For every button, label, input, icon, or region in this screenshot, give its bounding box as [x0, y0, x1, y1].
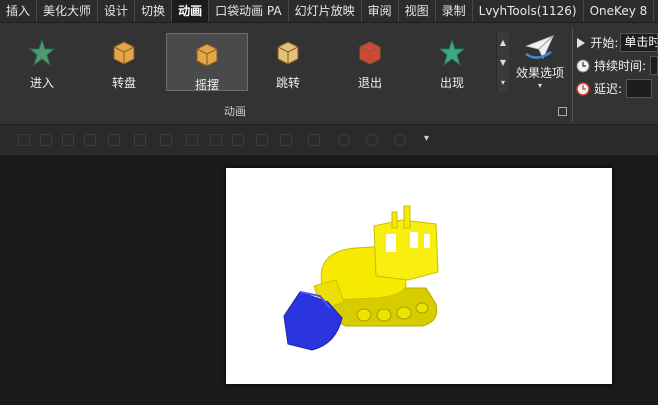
effect-1[interactable]: 转盘 — [84, 32, 164, 94]
tab-1[interactable]: 美化大师 — [37, 0, 99, 22]
align-bottom-icon[interactable] — [134, 134, 146, 146]
effect-label: 转盘 — [111, 76, 136, 90]
tab-12[interactable]: On — [654, 0, 658, 22]
effect-options-button[interactable]: 效果选项 ▾ — [512, 32, 568, 98]
tab-0[interactable]: 插入 — [0, 0, 38, 22]
align-left-icon[interactable] — [18, 134, 30, 146]
effect-2[interactable]: 摇摆 — [166, 33, 248, 92]
tab-11[interactable]: OneKey 8 — [584, 0, 655, 22]
clock-icon — [576, 59, 590, 73]
delay-clock-icon — [576, 81, 590, 96]
distribute-vertical-icon[interactable] — [186, 134, 198, 146]
bulldozer-image[interactable] — [226, 168, 612, 384]
rotate-icon[interactable] — [308, 134, 320, 146]
delay-input[interactable] — [626, 79, 653, 98]
tab-2[interactable]: 设计 — [98, 0, 136, 22]
slide-canvas[interactable] — [226, 168, 612, 384]
tab-3[interactable]: 切换 — [135, 0, 173, 22]
align-top-icon[interactable] — [84, 134, 96, 146]
animation-group-label: 动画 — [224, 105, 246, 118]
group-separator — [572, 28, 573, 122]
subtract-icon[interactable] — [394, 134, 406, 146]
gallery-expand-icon[interactable]: ▾ — [497, 72, 509, 92]
effect-label: 出现 — [439, 76, 464, 90]
effect-options-label: 效果选项 — [515, 66, 564, 80]
timing-group: 开始: 单击时 持续时间: 延迟: — [576, 31, 658, 100]
same-height-icon[interactable] — [232, 134, 244, 146]
tab-8[interactable]: 视图 — [399, 0, 436, 22]
align-center-icon[interactable] — [40, 134, 52, 146]
start-label: 开始: — [590, 36, 619, 50]
wheel-box-icon — [109, 32, 139, 72]
appear-star-icon — [437, 32, 467, 72]
gallery-scroll-up-icon[interactable]: ▲ — [497, 32, 509, 52]
exit-box-icon — [355, 32, 385, 72]
tab-5[interactable]: 口袋动画 PA — [209, 0, 289, 22]
duration-label: 持续时间: — [594, 59, 647, 73]
alignment-toolbar: ▾ — [0, 125, 658, 156]
effect-3[interactable]: 跳转 — [248, 32, 328, 94]
group-icon[interactable] — [256, 134, 268, 146]
align-right-icon[interactable] — [62, 134, 74, 146]
swing-box-icon — [192, 34, 222, 74]
start-select[interactable]: 单击时 — [620, 33, 658, 52]
effect-4[interactable]: 退出 — [330, 32, 410, 94]
toolbar-more-icon[interactable]: ▾ — [424, 133, 429, 144]
gallery-scroll-down-icon[interactable]: ▼ — [497, 52, 509, 72]
duration-input[interactable] — [650, 56, 658, 75]
start-row: 开始: 单击时 — [576, 31, 658, 54]
delay-row: 延迟: — [576, 77, 658, 100]
crop-icon[interactable] — [280, 134, 292, 146]
paper-plane-icon — [525, 35, 554, 60]
align-middle-icon[interactable] — [108, 134, 120, 146]
gallery-scrollbar[interactable]: ▲ ▼ ▾ — [496, 32, 509, 92]
animation-ribbon: 进入 转盘 摇摆 跳转 退出 出现 ▲ ▼ ▾ 动画 效果选项 ▾ 开始: 单击时 持续时… — [0, 23, 658, 125]
tab-9[interactable]: 录制 — [436, 0, 473, 22]
chevron-down-icon: ▾ — [537, 81, 542, 90]
effect-0[interactable]: 进入 — [2, 32, 82, 94]
duration-row: 持续时间: — [576, 54, 658, 77]
delay-label: 延迟: — [594, 82, 623, 96]
same-width-icon[interactable] — [210, 134, 222, 146]
effect-5[interactable]: 出现 — [412, 32, 492, 94]
tab-7[interactable]: 审阅 — [362, 0, 399, 22]
enter-star-icon — [27, 32, 57, 72]
effect-label: 跳转 — [275, 76, 300, 90]
distribute-horizontal-icon[interactable] — [160, 134, 172, 146]
ribbon-tab-bar: 插入 美化大师 设计 切换 动画 口袋动画 PA 幻灯片放映 审阅 视图 录制 LvyhTools(… — [0, 0, 658, 23]
union-icon[interactable] — [338, 134, 350, 146]
play-icon — [576, 36, 586, 50]
tab-10[interactable]: LvyhTools(1126) — [473, 0, 584, 22]
effect-label: 退出 — [357, 76, 382, 90]
intersect-icon[interactable] — [366, 134, 378, 146]
tab-6[interactable]: 幻灯片放映 — [289, 0, 362, 22]
dialog-launcher-icon[interactable] — [558, 107, 567, 116]
tab-4[interactable]: 动画 — [172, 0, 210, 22]
effect-label: 进入 — [29, 76, 54, 90]
bounce-box-icon — [273, 32, 303, 72]
effect-label: 摇摆 — [194, 78, 219, 92]
